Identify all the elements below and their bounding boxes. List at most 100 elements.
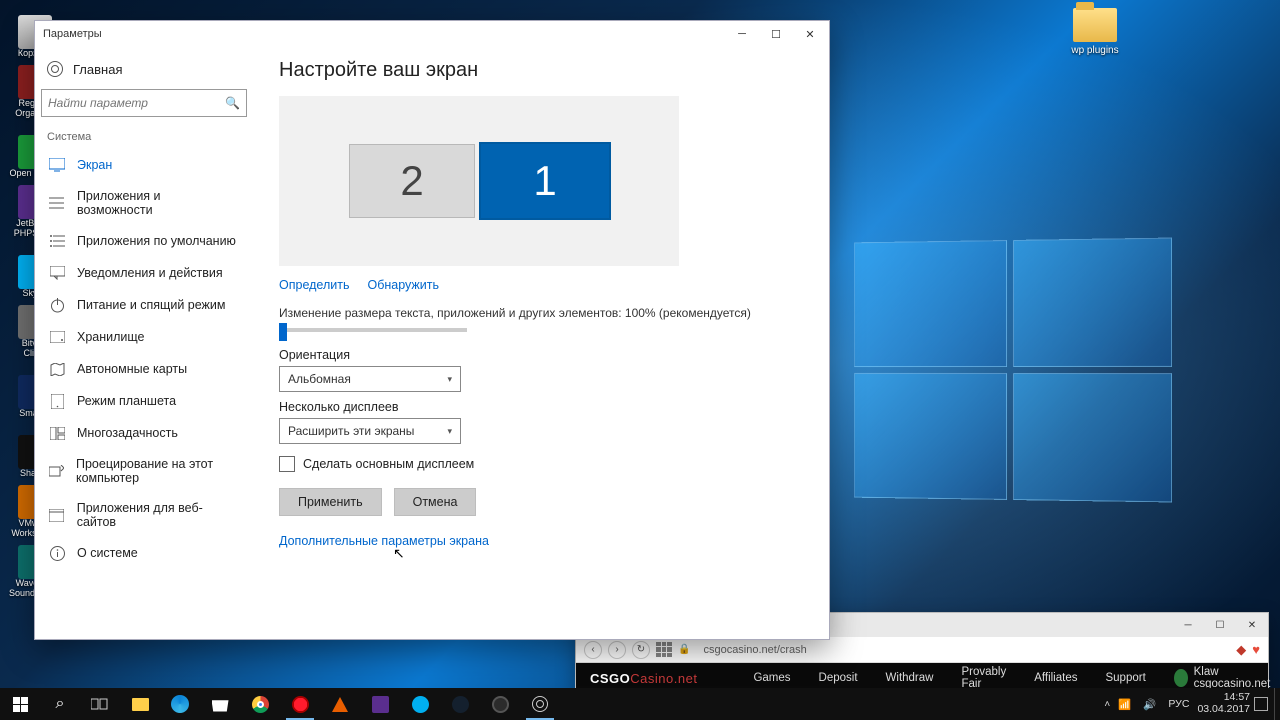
nav-games[interactable]: Games (753, 672, 790, 684)
tray-network-icon[interactable]: 📶 (1114, 698, 1135, 711)
skype-icon (412, 696, 429, 713)
gear-icon (47, 61, 63, 77)
vlc-icon (332, 697, 348, 712)
browser-minimize-button[interactable]: ─ (1172, 613, 1204, 637)
window-title: Параметры (43, 28, 725, 40)
taskbar-settings[interactable] (520, 688, 560, 720)
chrome-icon (252, 696, 269, 713)
tray-volume-icon[interactable]: 🔊 (1139, 698, 1160, 711)
monitor-1[interactable]: 1 (481, 144, 609, 218)
scale-description: Изменение размера текста, приложений и д… (279, 306, 803, 320)
nav-provably-fair[interactable]: Provably Fair (961, 666, 1006, 690)
taskbar-search[interactable]: ⌕ (40, 688, 80, 720)
settings-content: Настройте ваш экран 2 1 Определить Обнар… (253, 47, 829, 639)
identify-link[interactable]: Определить (279, 278, 349, 292)
taskbar-edge[interactable] (160, 688, 200, 720)
obs-icon (492, 696, 509, 713)
lock-icon: 🔒 (678, 644, 690, 655)
taskbar-opera[interactable] (280, 688, 320, 720)
taskbar-file-explorer[interactable] (120, 688, 160, 720)
detect-link[interactable]: Обнаружить (367, 278, 439, 292)
browser-close-button[interactable]: ✕ (1236, 613, 1268, 637)
chevron-down-icon: ▾ (447, 374, 452, 385)
taskbar-obs[interactable] (480, 688, 520, 720)
browser-speed-dial-button[interactable] (656, 642, 672, 658)
map-icon (49, 361, 65, 377)
storage-icon (49, 329, 65, 345)
user-menu[interactable]: Klaw csgocasino.net▾ (1174, 666, 1280, 690)
window-minimize-button[interactable]: ─ (725, 21, 759, 47)
make-main-checkbox-row: Сделать основным дисплеем (279, 456, 803, 472)
nav-deposit[interactable]: Deposit (819, 672, 858, 684)
nav-support[interactable]: Support (1105, 672, 1145, 684)
advanced-display-link[interactable]: Дополнительные параметры экрана (279, 534, 489, 548)
make-main-label: Сделать основным дисплеем (303, 457, 474, 471)
show-desktop-button[interactable] (1274, 688, 1280, 720)
window-titlebar[interactable]: Параметры ─ ☐ ✕ (35, 21, 829, 47)
sidebar-item-default-apps[interactable]: Приложения по умолчанию (41, 225, 247, 257)
browser-maximize-button[interactable]: ☐ (1204, 613, 1236, 637)
nav-affiliates[interactable]: Affiliates (1034, 672, 1077, 684)
taskbar-chrome[interactable] (240, 688, 280, 720)
nav-withdraw[interactable]: Withdraw (886, 672, 934, 684)
sidebar-home[interactable]: Главная (41, 53, 247, 85)
sidebar-item-offline-maps[interactable]: Автономные карты (41, 353, 247, 385)
page-title: Настройте ваш экран (279, 59, 803, 82)
taskbar-taskview[interactable] (80, 688, 120, 720)
display-icon (49, 157, 65, 173)
tray-language[interactable]: РУС (1164, 698, 1193, 710)
sidebar-item-storage[interactable]: Хранилище (41, 321, 247, 353)
sidebar-item-multitasking[interactable]: Многозадачность (41, 417, 247, 449)
sidebar-item-about[interactable]: О системе (41, 537, 247, 569)
adblock-icon[interactable]: ◆ (1236, 642, 1246, 658)
browser-url[interactable]: csgocasino.net/crash (696, 641, 1230, 659)
wallpaper-windows-logo (854, 238, 1172, 503)
search-input[interactable] (48, 96, 225, 110)
window-close-button[interactable]: ✕ (793, 21, 827, 47)
chevron-down-icon: ▾ (447, 426, 452, 437)
browser-forward-button[interactable]: › (608, 641, 626, 659)
steam-icon (452, 696, 469, 713)
desktop-folder-wp-plugins[interactable]: wp plugins (1055, 8, 1135, 56)
taskbar-vlc[interactable] (320, 688, 360, 720)
browser-address-bar: ‹ › ↻ 🔒 csgocasino.net/crash ◆ ♥ (576, 637, 1268, 663)
multitask-icon (49, 425, 65, 441)
apps-icon (49, 195, 65, 211)
browser-reload-button[interactable]: ↻ (632, 641, 650, 659)
tray-clock[interactable]: 14:57 03.04.2017 (1197, 692, 1250, 715)
sidebar-item-web-apps[interactable]: Приложения для веб-сайтов (41, 493, 247, 537)
sidebar-item-notifications[interactable]: Уведомления и действия (41, 257, 247, 289)
window-maximize-button[interactable]: ☐ (759, 21, 793, 47)
apply-button[interactable]: Применить (279, 488, 382, 516)
sidebar-item-display[interactable]: Экран (41, 149, 247, 181)
multiple-displays-select[interactable]: Расширить эти экраны ▾ (279, 418, 461, 444)
browser-back-button[interactable]: ‹ (584, 641, 602, 659)
cancel-button[interactable]: Отмена (394, 488, 477, 516)
start-button[interactable] (0, 688, 40, 720)
opera-icon (292, 696, 309, 713)
make-main-checkbox[interactable] (279, 456, 295, 472)
taskbar-skype[interactable] (400, 688, 440, 720)
settings-search[interactable]: 🔍 (41, 89, 247, 117)
scale-slider[interactable] (279, 328, 467, 332)
slider-thumb[interactable] (279, 323, 287, 341)
tablet-icon (49, 393, 65, 409)
sidebar-item-tablet-mode[interactable]: Режим планшета (41, 385, 247, 417)
sidebar-item-projecting[interactable]: Проецирование на этот компьютер (41, 449, 247, 493)
webapps-icon (49, 507, 65, 523)
avatar (1174, 669, 1188, 687)
edge-icon (171, 695, 189, 713)
sidebar-item-power[interactable]: Питание и спящий режим (41, 289, 247, 321)
taskbar-phpstorm[interactable] (360, 688, 400, 720)
orientation-select[interactable]: Альбомная ▾ (279, 366, 461, 392)
tray-overflow-icon[interactable]: ˄ (1104, 699, 1110, 710)
tray-action-center-icon[interactable] (1254, 697, 1268, 711)
settings-window: Параметры ─ ☐ ✕ Главная 🔍 Система Экран … (34, 20, 830, 640)
sidebar-item-apps[interactable]: Приложения и возможности (41, 181, 247, 225)
monitor-2[interactable]: 2 (349, 144, 475, 218)
taskbar-steam[interactable] (440, 688, 480, 720)
taskbar-store[interactable] (200, 688, 240, 720)
display-arrangement[interactable]: 2 1 (279, 96, 679, 266)
bookmark-heart-icon[interactable]: ♥ (1252, 642, 1260, 657)
site-logo[interactable]: CSGOCasino.net (590, 671, 697, 686)
